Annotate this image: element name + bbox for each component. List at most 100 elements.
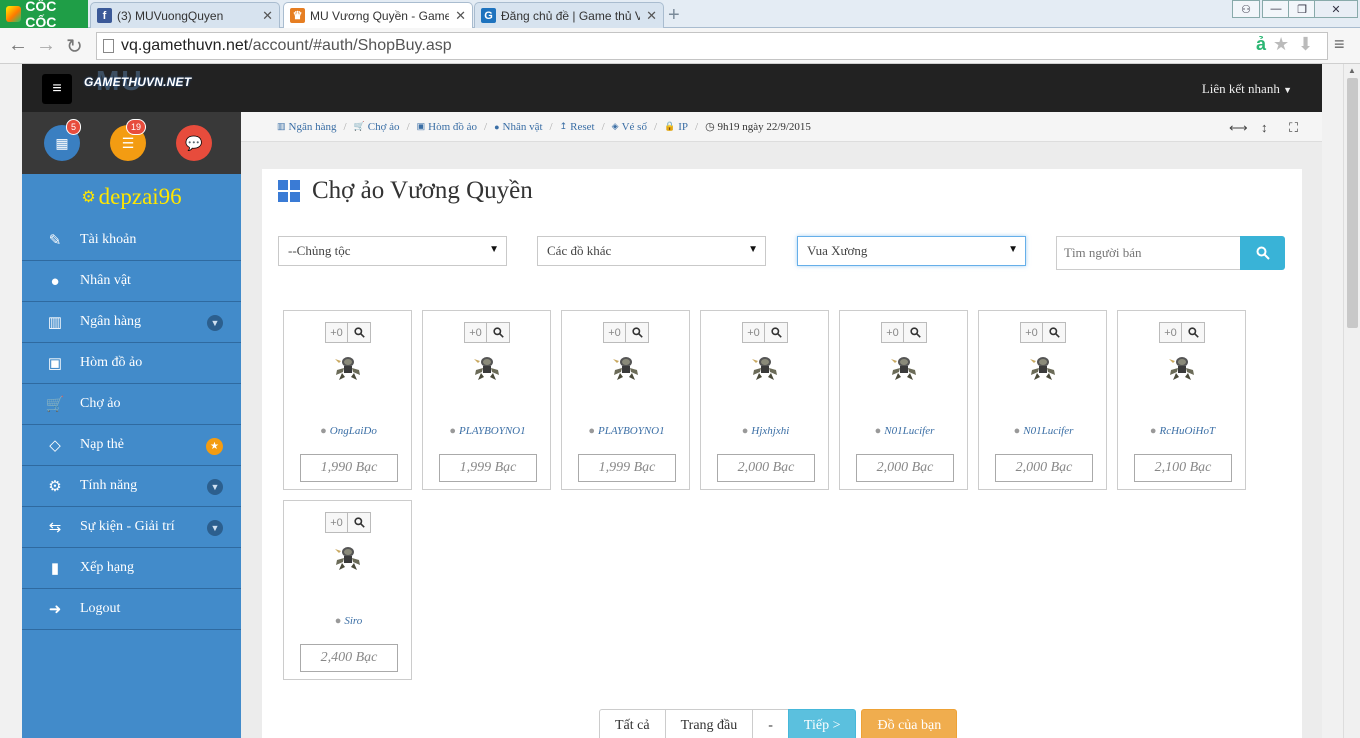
market-item-card[interactable]: +0 ● RcHuOiHoT 2,100 Bạc — [1117, 310, 1246, 490]
market-item-card[interactable]: +0 ● N01Lucifer 2,000 Bạc — [978, 310, 1107, 490]
minimize-button[interactable]: — — [1262, 0, 1290, 18]
chat-shortcut[interactable]: 💬 — [176, 125, 212, 161]
restore-button[interactable]: ❐ — [1288, 0, 1316, 18]
seller-name[interactable]: ● Siro — [284, 615, 413, 627]
item-select[interactable]: Vua Xương ▼ — [797, 236, 1026, 266]
download-icon[interactable]: ⬇ — [1298, 34, 1313, 55]
scrollbar-thumb[interactable] — [1347, 78, 1358, 328]
profile-button[interactable]: ⚇ — [1232, 0, 1260, 18]
market-item-card[interactable]: +0 ● Hjxhjxhi 2,000 Bạc — [700, 310, 829, 490]
next-page-button[interactable]: Tiếp > — [787, 709, 857, 738]
reload-icon[interactable]: ↻ — [66, 34, 83, 59]
chevron-down-icon[interactable]: ▼ — [207, 479, 223, 495]
seller-name[interactable]: ● PLAYBOYNO1 — [562, 425, 691, 437]
tab-mu-vuong-quyen[interactable]: ♛ MU Vương Quyền - GamethuV ✕ — [283, 2, 473, 28]
list-shortcut[interactable]: ☰ 19 — [110, 119, 147, 161]
zoom-button[interactable] — [348, 322, 371, 343]
bookmark-star-icon[interactable]: ★ — [1273, 34, 1289, 55]
quick-links-dropdown[interactable]: Liên kết nhanh ▼ — [1202, 81, 1292, 97]
menu-icon[interactable]: ≡ — [1334, 34, 1345, 55]
zoom-button[interactable] — [1043, 322, 1066, 343]
zoom-button[interactable] — [904, 322, 927, 343]
item-price[interactable]: 1,990 Bạc — [300, 454, 398, 482]
close-icon[interactable]: ✕ — [262, 8, 273, 24]
sidebar-item-logout[interactable]: ➜ Logout — [22, 589, 241, 630]
windows-icon — [278, 180, 300, 202]
site-logo[interactable]: MU GAMETHUVN.NET — [84, 65, 191, 96]
breadcrumb-link[interactable]: ↥ Reset — [560, 121, 595, 133]
sidebar-item-xep-hang[interactable]: ▮ Xếp hạng — [22, 548, 241, 589]
breadcrumb-link[interactable]: ● Nhân vật — [494, 121, 542, 133]
market-panel: Chợ ảo Vương Quyền --Chủng tộc ▼ Các đồ k… — [262, 169, 1302, 738]
zoom-button[interactable] — [1182, 322, 1205, 343]
item-price[interactable]: 2,000 Bạc — [995, 454, 1093, 482]
close-icon[interactable]: ✕ — [455, 8, 466, 24]
breadcrumb-link[interactable]: ▥ Ngân hàng — [277, 121, 336, 133]
sidebar-item-nhan-vat[interactable]: ● Nhân vật — [22, 261, 241, 302]
market-item-card[interactable]: +0 ● OngLaiDo 1,990 Bạc — [283, 310, 412, 490]
breadcrumb-link[interactable]: ◈ Vé số — [612, 121, 647, 133]
item-price[interactable]: 2,100 Bạc — [1134, 454, 1232, 482]
all-button[interactable]: Tất cả — [599, 709, 666, 738]
race-select[interactable]: --Chủng tộc ▼ — [278, 236, 507, 266]
item-price[interactable]: 1,999 Bạc — [578, 454, 676, 482]
market-item-card[interactable]: +0 ● PLAYBOYNO1 1,999 Bạc — [561, 310, 690, 490]
sidebar-item-su-kien[interactable]: ⇆ Sự kiện - Giải trí ▼ — [22, 507, 241, 548]
coccoc-brand[interactable]: CỐC CỐC — [0, 0, 88, 30]
tab-facebook[interactable]: f (3) MUVuongQuyen ✕ — [90, 2, 280, 28]
breadcrumb: ▥ Ngân hàng / 🛒 Chợ ảo / ▣ Hòm đồ ảo / ● Nhân vật /… — [241, 112, 1322, 142]
expand-vertical-icon[interactable]: ↕ — [1261, 120, 1268, 135]
seller-name[interactable]: ● N01Lucifer — [840, 425, 969, 437]
close-icon[interactable]: ✕ — [646, 8, 657, 24]
zoom-button[interactable] — [348, 512, 371, 533]
page-scrollbar[interactable]: ▲ — [1343, 64, 1360, 738]
market-item-card[interactable]: +0 ● Siro 2,400 Bạc — [283, 500, 412, 680]
breadcrumb-link[interactable]: 🛒 Chợ ảo — [354, 121, 400, 133]
my-items-button[interactable]: Đồ của bạn — [861, 709, 958, 738]
new-tab-button[interactable]: + — [668, 4, 680, 27]
sidebar-item-ngan-hang[interactable]: ▥ Ngân hàng ▼ — [22, 302, 241, 343]
scroll-up-icon[interactable]: ▲ — [1348, 66, 1356, 75]
chevron-down-icon[interactable]: ▼ — [207, 315, 223, 331]
close-window-button[interactable]: ✕ — [1314, 0, 1358, 18]
zoom-button[interactable] — [626, 322, 649, 343]
category-select[interactable]: Các đồ khác ▼ — [537, 236, 766, 266]
expand-horizontal-icon[interactable]: ⟷ — [1229, 120, 1248, 136]
briefcase-icon: ▣ — [416, 121, 426, 131]
seller-name[interactable]: ● N01Lucifer — [979, 425, 1108, 437]
forward-icon[interactable]: → — [36, 34, 56, 57]
item-price[interactable]: 2,000 Bạc — [856, 454, 954, 482]
seller-name[interactable]: ● Hjxhjxhi — [701, 425, 830, 437]
market-item-card[interactable]: +0 ● PLAYBOYNO1 1,999 Bạc — [422, 310, 551, 490]
seller-name[interactable]: ● OngLaiDo — [284, 425, 413, 437]
fullscreen-icon[interactable]: ⛶ — [1289, 120, 1298, 136]
seller-search-input[interactable] — [1056, 236, 1241, 270]
search-icon — [770, 327, 782, 338]
search-button[interactable] — [1240, 236, 1285, 270]
chevron-down-icon[interactable]: ▼ — [207, 520, 223, 536]
sidebar-item-nap-the[interactable]: ◇ Nạp thẻ ★ — [22, 425, 241, 466]
zoom-button[interactable] — [765, 322, 788, 343]
coccoc-dictionary-icon[interactable]: ả — [1256, 34, 1266, 55]
breadcrumb-link[interactable]: 🔒 IP — [664, 121, 688, 133]
item-price[interactable]: 1,999 Bạc — [439, 454, 537, 482]
calendar-shortcut[interactable]: ▦ 5 — [44, 119, 82, 161]
breadcrumb-link[interactable]: ▣ Hòm đồ ảo — [417, 121, 477, 133]
zoom-button[interactable] — [487, 322, 510, 343]
back-icon[interactable]: ← — [8, 34, 28, 57]
sidebar-item-cho-ao[interactable]: 🛒 Chợ ảo — [22, 384, 241, 425]
seller-name[interactable]: ● PLAYBOYNO1 — [423, 425, 552, 437]
first-page-button[interactable]: Trang đầu — [664, 709, 754, 738]
cart-icon: 🛒 — [45, 396, 65, 413]
sidebar-item-tai-khoan[interactable]: ✎ Tài khoản — [22, 220, 241, 261]
market-item-card[interactable]: +0 ● N01Lucifer 2,000 Bạc — [839, 310, 968, 490]
item-toolbar: +0 — [881, 322, 927, 343]
sidebar-item-hom-do-ao[interactable]: ▣ Hòm đồ ảo — [22, 343, 241, 384]
sidebar-toggle-button[interactable]: ≡ — [42, 74, 72, 104]
item-price[interactable]: 2,000 Bạc — [717, 454, 815, 482]
url-field[interactable]: vq.gamethuvn.net/account/#auth/ShopBuy.a… — [96, 32, 1328, 60]
sidebar-item-tinh-nang[interactable]: ⚙ Tính năng ▼ — [22, 466, 241, 507]
item-price[interactable]: 2,400 Bạc — [300, 644, 398, 672]
tab-gamethuvn[interactable]: G Đăng chủ đề | Game thủ Việt ✕ — [474, 2, 664, 28]
seller-name[interactable]: ● RcHuOiHoT — [1118, 425, 1247, 437]
